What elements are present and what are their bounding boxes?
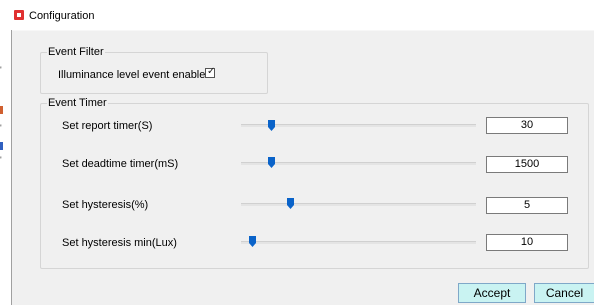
hysteresis-label: Set hysteresis(%) <box>62 199 149 211</box>
hysteresis-min-input[interactable]: 10 <box>486 234 568 251</box>
hysteresis-min-slider-track[interactable] <box>241 241 476 244</box>
divider <box>12 30 594 31</box>
event-timer-legend: Event Timer <box>47 97 108 110</box>
deadtime-timer-input[interactable]: 1500 <box>486 156 568 173</box>
hysteresis-input[interactable]: 5 <box>486 197 568 214</box>
deadtime-timer-slider-track[interactable] <box>241 162 476 165</box>
edge-glyph: ' <box>0 123 2 133</box>
hysteresis-min-slider-thumb[interactable] <box>249 236 256 247</box>
report-timer-label: Set report timer(S) <box>62 120 153 132</box>
report-timer-input[interactable]: 30 <box>486 117 568 134</box>
illuminance-event-label[interactable]: Illuminance level event enabled <box>58 69 212 81</box>
deadtime-timer-label: Set deadtime timer(mS) <box>62 158 179 170</box>
deadtime-timer-slider-thumb[interactable] <box>268 157 275 168</box>
edge-glyph: ' <box>0 65 2 75</box>
background-window-edge: ' ' ' <box>0 0 12 305</box>
title-bar[interactable]: Configuration <box>12 0 594 30</box>
edge-mark <box>0 106 3 114</box>
hysteresis-slider-thumb[interactable] <box>287 198 294 209</box>
cancel-button[interactable]: Cancel <box>534 283 594 303</box>
report-timer-slider-thumb[interactable] <box>268 120 275 131</box>
window-title: Configuration <box>29 10 95 22</box>
checkmark-icon: ✓ <box>207 66 216 77</box>
app-icon <box>14 10 24 20</box>
accept-button[interactable]: Accept <box>458 283 526 303</box>
edge-mark <box>0 142 3 150</box>
event-filter-legend: Event Filter <box>47 46 105 59</box>
illuminance-event-checkbox[interactable]: ✓ <box>205 66 216 78</box>
edge-glyph: ' <box>0 155 2 165</box>
hysteresis-min-label: Set hysteresis min(Lux) <box>62 237 177 249</box>
hysteresis-slider-track[interactable] <box>241 203 476 206</box>
report-timer-slider-track[interactable] <box>241 124 476 127</box>
